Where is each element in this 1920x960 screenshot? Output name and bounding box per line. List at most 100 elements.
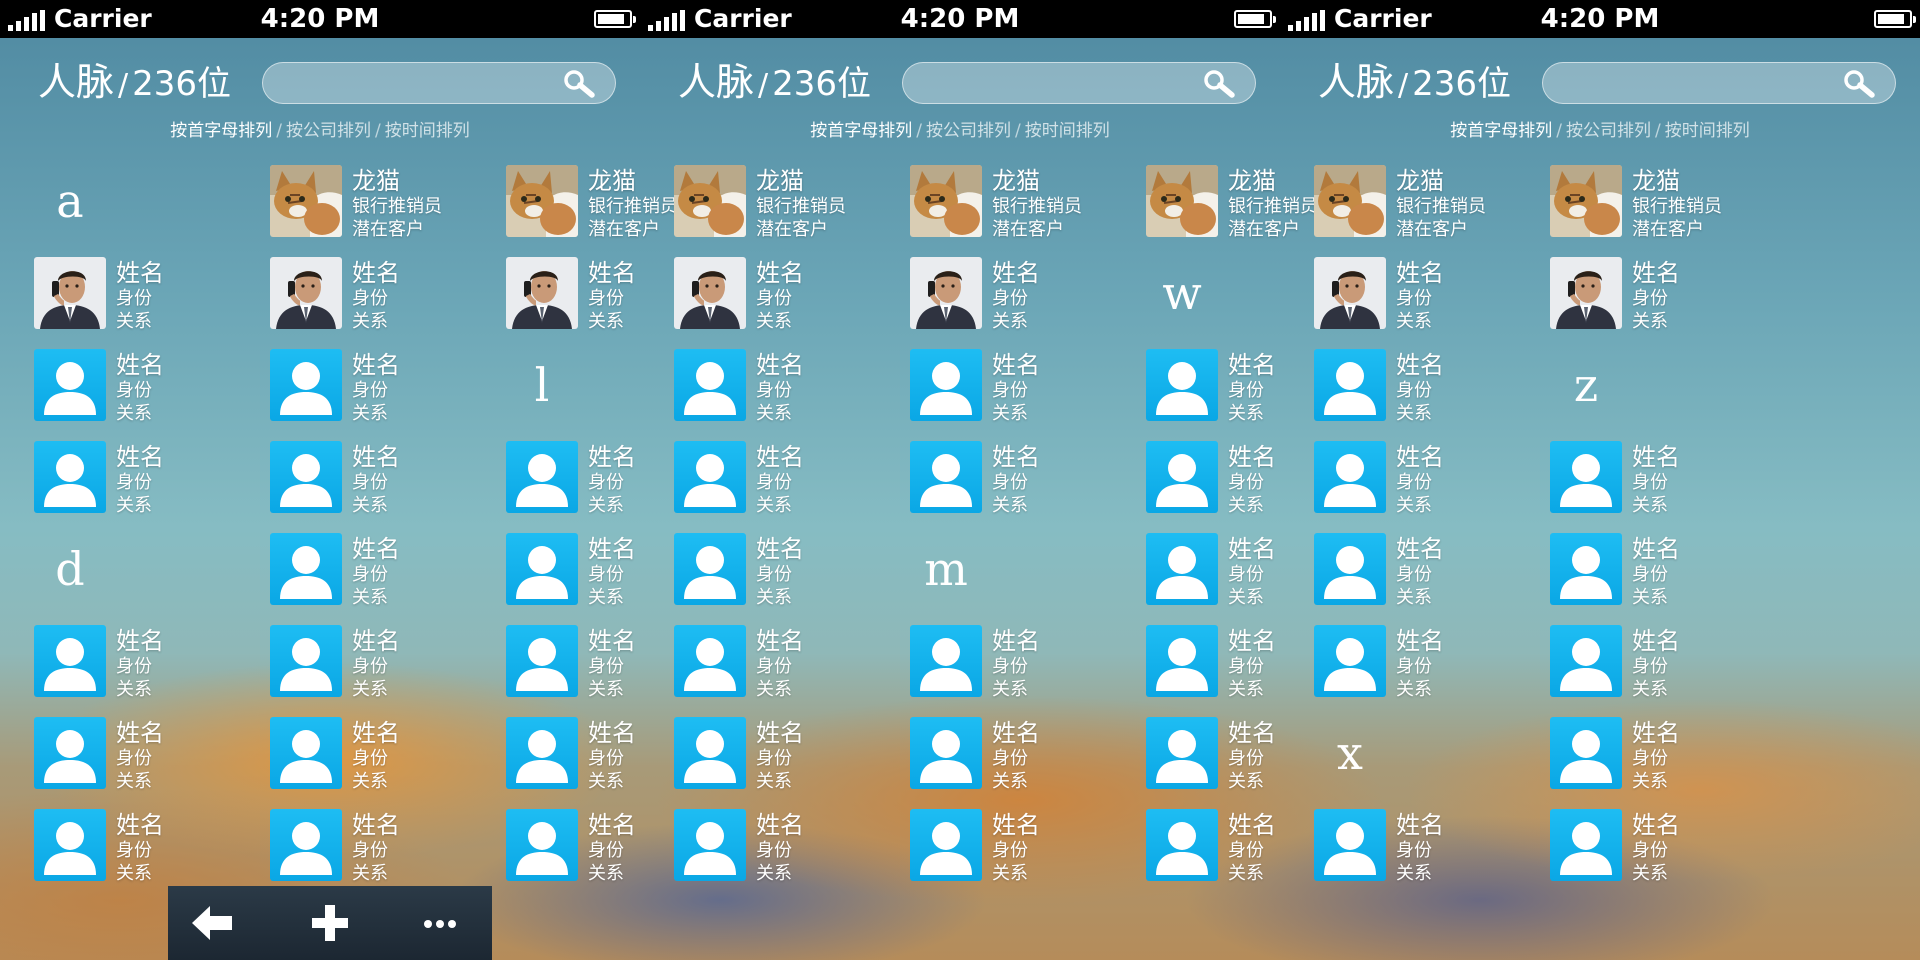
search-bar[interactable] <box>262 62 616 105</box>
contact-card[interactable]: 姓名 身份 关系 <box>674 253 910 333</box>
contact-card[interactable]: 姓名 身份 关系 <box>910 345 1146 425</box>
search-icon[interactable] <box>563 69 595 99</box>
contact-card[interactable]: 姓名 身份 关系 <box>1550 529 1786 609</box>
contact-relation: 关系 <box>116 771 152 792</box>
contact-card[interactable]: 姓名 身份 关系 <box>1314 437 1550 517</box>
contact-name: 姓名 <box>1228 443 1276 471</box>
contact-count: 236位 <box>132 64 232 104</box>
contact-card[interactable]: 姓名 身份 关系 <box>34 253 270 333</box>
contact-info: 姓名 身份 关系 <box>992 627 1040 701</box>
contact-card[interactable]: 姓名 身份 关系 <box>1550 437 1786 517</box>
search-input[interactable] <box>919 63 1203 105</box>
contact-card[interactable]: 姓名 身份 关系 <box>674 529 910 609</box>
contact-info: 姓名 身份 关系 <box>1632 443 1680 517</box>
contact-card[interactable]: 姓名 身份 关系 <box>270 713 506 793</box>
contact-card[interactable]: 姓名 身份 关系 <box>270 529 506 609</box>
contact-info: 姓名 身份 关系 <box>116 351 164 425</box>
contact-name: 龙猫 <box>756 167 804 195</box>
contact-name: 姓名 <box>1396 259 1444 287</box>
sort-option-1[interactable]: 按首字母排列 <box>810 121 912 141</box>
contact-card[interactable]: 姓名 身份 关系 <box>674 437 910 517</box>
contact-name: 姓名 <box>1632 627 1680 655</box>
contact-card[interactable]: 姓名 身份 关系 <box>34 713 270 793</box>
contact-card[interactable]: 姓名 身份 关系 <box>270 621 506 701</box>
contact-role: 身份 <box>756 748 792 769</box>
contact-card[interactable]: 龙猫 银行推销员 潜在客户 <box>1550 161 1786 241</box>
sort-options: 按首字母排列 / 按公司排列 / 按时间排列 <box>640 116 1280 141</box>
contact-card[interactable]: 姓名 身份 关系 <box>270 805 506 885</box>
contact-card[interactable]: 姓名 身份 关系 <box>1314 529 1550 609</box>
contact-role: 身份 <box>116 656 152 677</box>
contact-card[interactable]: 姓名 身份 关系 <box>1550 805 1786 885</box>
contact-card[interactable]: 姓名 身份 关系 <box>1550 253 1786 333</box>
contact-name: 姓名 <box>588 811 636 839</box>
contact-card[interactable]: 姓名 身份 关系 <box>910 253 1146 333</box>
contact-card[interactable]: 姓名 身份 关系 <box>1314 805 1550 885</box>
contact-role: 身份 <box>1632 840 1668 861</box>
back-arrow-icon[interactable] <box>182 900 242 946</box>
contact-name: 姓名 <box>1228 535 1276 563</box>
contact-card[interactable]: 龙猫 银行推销员 潜在客户 <box>910 161 1146 241</box>
contact-role: 身份 <box>1396 564 1432 585</box>
contact-card[interactable]: 姓名 身份 关系 <box>1314 621 1550 701</box>
contact-card[interactable]: 姓名 身份 关系 <box>1314 253 1550 333</box>
contact-card[interactable]: 姓名 身份 关系 <box>270 253 506 333</box>
contact-name: 姓名 <box>992 443 1040 471</box>
sort-option-3[interactable]: 按时间排列 <box>385 121 470 141</box>
sort-option-1[interactable]: 按首字母排列 <box>1450 121 1552 141</box>
search-bar[interactable] <box>1542 62 1896 105</box>
contact-card[interactable]: 姓名 身份 关系 <box>674 713 910 793</box>
contact-card[interactable]: 姓名 身份 关系 <box>674 805 910 885</box>
search-icon[interactable] <box>1203 69 1235 99</box>
search-bar[interactable] <box>902 62 1256 105</box>
contact-card[interactable]: 姓名 身份 关系 <box>270 345 506 425</box>
contact-card[interactable]: 姓名 身份 关系 <box>1550 713 1786 793</box>
sort-option-1[interactable]: 按首字母排列 <box>170 121 272 141</box>
contact-card[interactable]: 龙猫 银行推销员 潜在客户 <box>270 161 506 241</box>
contact-card[interactable]: 姓名 身份 关系 <box>1314 345 1550 425</box>
contact-card[interactable]: 龙猫 银行推销员 潜在客户 <box>674 161 910 241</box>
title-separator: / <box>758 68 769 103</box>
search-input[interactable] <box>279 63 563 105</box>
contact-relation: 关系 <box>1632 679 1668 700</box>
sort-option-2[interactable]: 按公司排列 <box>286 121 371 141</box>
search-icon[interactable] <box>1843 69 1875 99</box>
sort-options: 按首字母排列 / 按公司排列 / 按时间排列 <box>1280 116 1920 141</box>
contact-relation: 关系 <box>352 311 388 332</box>
contact-card[interactable]: 姓名 身份 关系 <box>34 345 270 425</box>
contact-info: 姓名 身份 关系 <box>1228 719 1276 793</box>
contact-card[interactable]: 姓名 身份 关系 <box>270 437 506 517</box>
plus-icon[interactable] <box>300 900 360 946</box>
contact-name: 姓名 <box>992 259 1040 287</box>
contact-info: 姓名 身份 关系 <box>116 627 164 701</box>
contact-card[interactable]: 姓名 身份 关系 <box>674 345 910 425</box>
default-avatar-icon <box>910 809 982 881</box>
contact-name: 姓名 <box>992 351 1040 379</box>
contact-role: 身份 <box>116 380 152 401</box>
contact-name: 姓名 <box>1632 535 1680 563</box>
sort-option-3[interactable]: 按时间排列 <box>1025 121 1110 141</box>
contact-card[interactable]: 姓名 身份 关系 <box>34 621 270 701</box>
contact-relation: 关系 <box>1396 587 1432 608</box>
sort-option-2[interactable]: 按公司排列 <box>1566 121 1651 141</box>
contact-info: 姓名 身份 关系 <box>1396 811 1444 885</box>
contact-card[interactable]: 姓名 身份 关系 <box>910 437 1146 517</box>
sort-option-2[interactable]: 按公司排列 <box>926 121 1011 141</box>
contact-name: 姓名 <box>756 259 804 287</box>
contact-card[interactable]: 姓名 身份 关系 <box>910 805 1146 885</box>
contact-card[interactable]: 姓名 身份 关系 <box>34 437 270 517</box>
contact-relation: 潜在客户 <box>352 219 424 240</box>
contact-card[interactable]: 姓名 身份 关系 <box>674 621 910 701</box>
contact-relation: 关系 <box>992 311 1028 332</box>
contact-name: 姓名 <box>588 627 636 655</box>
contact-card[interactable]: 姓名 身份 关系 <box>910 713 1146 793</box>
contact-card[interactable]: 姓名 身份 关系 <box>910 621 1146 701</box>
search-input[interactable] <box>1559 63 1843 105</box>
contact-card[interactable]: 姓名 身份 关系 <box>1550 621 1786 701</box>
more-icon[interactable] <box>410 900 470 946</box>
default-avatar-icon <box>674 625 746 697</box>
contact-card[interactable]: 龙猫 银行推销员 潜在客户 <box>1314 161 1550 241</box>
contact-card[interactable]: 姓名 身份 关系 <box>34 805 270 885</box>
sort-option-3[interactable]: 按时间排列 <box>1665 121 1750 141</box>
contact-name: 姓名 <box>1396 443 1444 471</box>
